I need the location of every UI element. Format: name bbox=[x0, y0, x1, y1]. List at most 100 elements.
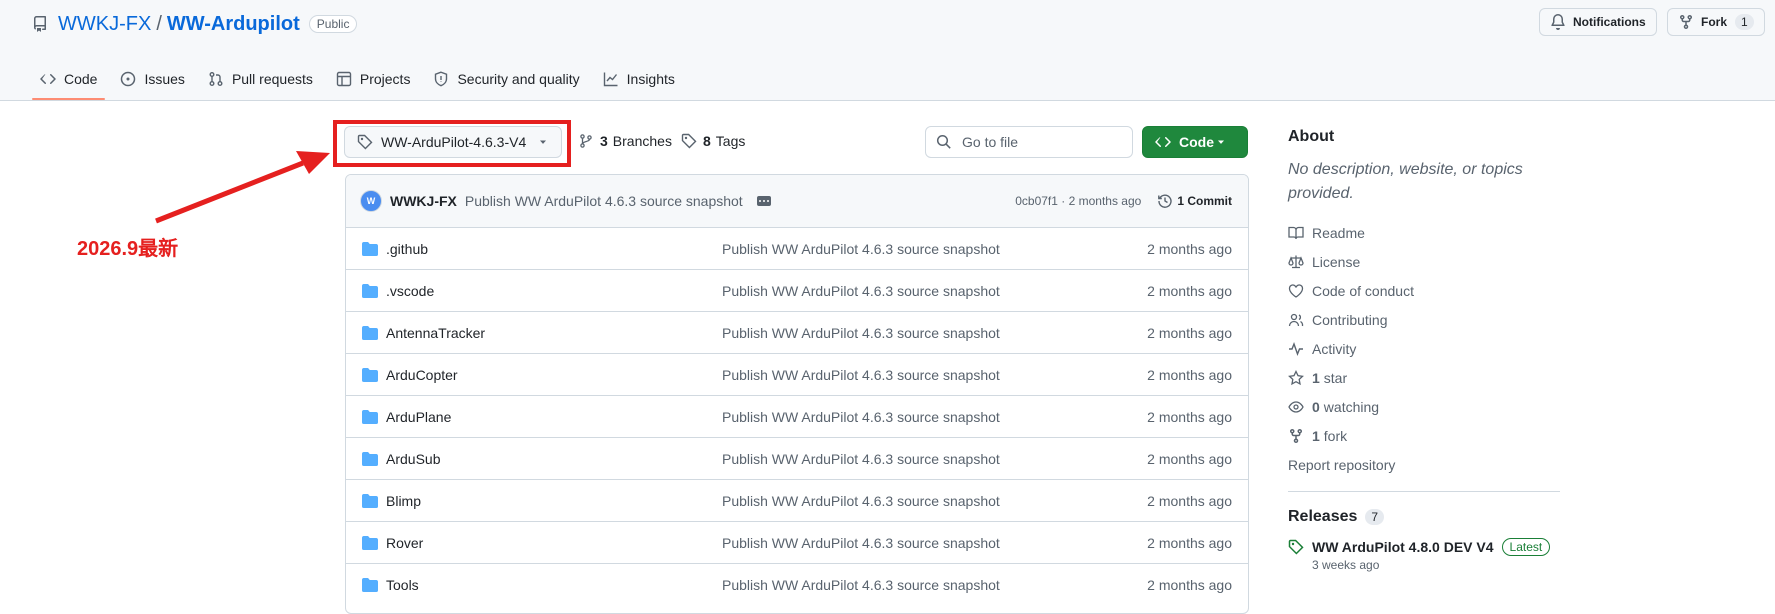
tab-issues[interactable]: Issues bbox=[112, 60, 192, 97]
watching-label: watching bbox=[1323, 398, 1380, 415]
commits-label: 1 Commit bbox=[1177, 194, 1232, 208]
table-row[interactable]: .vscode Publish WW ArduPilot 4.6.3 source… bbox=[346, 270, 1248, 312]
file-name[interactable]: Blimp bbox=[386, 493, 722, 509]
latest-badge: Latest bbox=[1501, 538, 1551, 556]
fork-button[interactable]: Fork 1 bbox=[1667, 8, 1765, 36]
pulse-icon bbox=[1289, 341, 1303, 356]
file-name[interactable]: ArduCopter bbox=[386, 367, 722, 383]
repo-icon bbox=[33, 16, 46, 32]
code-button[interactable]: Code bbox=[1142, 126, 1248, 158]
latest-release-link[interactable]: WW ArduPilot 4.8.0 DEV V4 Latest bbox=[1288, 538, 1560, 556]
file-commit-message[interactable]: Publish WW ArduPilot 4.6.3 source snapsh… bbox=[722, 409, 1000, 425]
table-row[interactable]: ArduCopter Publish WW ArduPilot 4.6.3 sou… bbox=[346, 354, 1248, 396]
tab-label: Projects bbox=[359, 70, 411, 87]
law-icon bbox=[1288, 255, 1304, 268]
file-commit-message[interactable]: Publish WW ArduPilot 4.6.3 source snapsh… bbox=[722, 535, 1000, 551]
about-description: No description, website, or topics provi… bbox=[1288, 161, 1523, 202]
commit-author[interactable]: WWKJ-FX bbox=[390, 193, 457, 209]
file-age: 2 months ago bbox=[1147, 492, 1232, 509]
table-row[interactable]: Blimp Publish WW ArduPilot 4.6.3 source s… bbox=[346, 480, 1248, 522]
commit-message[interactable]: Publish WW ArduPilot 4.6.3 source snapsh… bbox=[465, 193, 743, 209]
annotation-highlight-box bbox=[333, 120, 571, 167]
tab-insights[interactable]: Insights bbox=[595, 60, 683, 97]
owner-link[interactable]: WWKJ-FX bbox=[58, 13, 151, 36]
repo-name-link[interactable]: WW-Ardupilot bbox=[167, 13, 300, 36]
notifications-button[interactable]: Notifications bbox=[1539, 8, 1657, 36]
sidebar-divider bbox=[1288, 491, 1560, 492]
tag-icon bbox=[681, 133, 697, 149]
code-of-conduct-icon bbox=[1288, 283, 1304, 298]
contributing-link[interactable]: Contributing bbox=[1288, 305, 1560, 334]
readme-link[interactable]: Readme bbox=[1288, 218, 1560, 247]
tab-pull-requests[interactable]: Pull requests bbox=[200, 60, 321, 97]
file-age: 2 months ago bbox=[1147, 324, 1232, 341]
go-to-file-input[interactable]: Go to file bbox=[925, 126, 1133, 158]
table-row[interactable]: ArduPlane Publish WW ArduPilot 4.6.3 sour… bbox=[346, 396, 1248, 438]
file-name[interactable]: Tools bbox=[386, 577, 722, 593]
file-commit-message[interactable]: Publish WW ArduPilot 4.6.3 source snapsh… bbox=[722, 283, 1000, 299]
tab-label: Pull requests bbox=[231, 70, 313, 87]
people-icon bbox=[1288, 313, 1304, 326]
latest-release-date: 3 weeks ago bbox=[1312, 558, 1380, 572]
readme-label: Readme bbox=[1312, 224, 1365, 241]
repo-header: WWKJ-FX / WW-Ardupilot Public Notificati… bbox=[0, 0, 1775, 101]
repo-forked-icon bbox=[1680, 14, 1692, 30]
folder-icon bbox=[362, 451, 378, 466]
code-icon bbox=[40, 73, 56, 84]
file-age: 2 months ago bbox=[1147, 408, 1232, 425]
file-name[interactable]: Rover bbox=[386, 535, 722, 551]
tab-security[interactable]: Security and quality bbox=[425, 60, 587, 97]
file-name[interactable]: .vscode bbox=[386, 283, 722, 299]
issue-icon bbox=[121, 71, 136, 86]
report-repository-link[interactable]: Report repository bbox=[1288, 450, 1560, 479]
about-title: About bbox=[1288, 128, 1335, 145]
file-commit-message[interactable]: Publish WW ArduPilot 4.6.3 source snapsh… bbox=[722, 493, 1000, 509]
commit-sha-time[interactable]: 0cb07f1 · 2 months ago bbox=[1015, 194, 1141, 208]
file-name[interactable]: ArduPlane bbox=[386, 409, 722, 425]
file-name[interactable]: ArduSub bbox=[386, 451, 722, 467]
tags-link[interactable]: 8 Tags bbox=[681, 133, 745, 149]
branches-link[interactable]: 3 Branches bbox=[578, 133, 672, 149]
file-name[interactable]: AntennaTracker bbox=[386, 325, 722, 341]
activity-link[interactable]: Activity bbox=[1288, 334, 1560, 363]
tab-code[interactable]: Code bbox=[32, 60, 106, 100]
file-name[interactable]: .github bbox=[386, 241, 722, 257]
releases-heading[interactable]: Releases 7 bbox=[1288, 508, 1560, 526]
table-row[interactable]: ArduSub Publish WW ArduPilot 4.6.3 source… bbox=[346, 438, 1248, 480]
code-button-label: Code bbox=[1179, 134, 1214, 150]
forks-count: 1 bbox=[1312, 427, 1320, 444]
git-branch-icon bbox=[580, 134, 592, 148]
table-row[interactable]: Tools Publish WW ArduPilot 4.6.3 source s… bbox=[346, 564, 1248, 605]
file-age: 2 months ago bbox=[1147, 450, 1232, 467]
table-row[interactable]: Rover Publish WW ArduPilot 4.6.3 source s… bbox=[346, 522, 1248, 564]
watching-count: 0 bbox=[1312, 398, 1320, 415]
forks-link[interactable]: 1 fork bbox=[1288, 421, 1560, 450]
bell-icon bbox=[1551, 14, 1565, 30]
repo-title: WWKJ-FX / WW-Ardupilot Public bbox=[32, 11, 358, 37]
go-to-file-placeholder: Go to file bbox=[962, 134, 1019, 150]
avatar[interactable]: W bbox=[360, 190, 382, 212]
file-commit-message[interactable]: Publish WW ArduPilot 4.6.3 source snapsh… bbox=[722, 325, 1000, 341]
visibility-badge: Public bbox=[308, 15, 358, 33]
releases-count: 7 bbox=[1365, 509, 1385, 525]
code-of-conduct-link[interactable]: Code of conduct bbox=[1288, 276, 1560, 305]
ellipsis-icon[interactable] bbox=[756, 196, 771, 206]
commits-link[interactable]: 1 Commit bbox=[1157, 193, 1232, 209]
file-commit-message[interactable]: Publish WW ArduPilot 4.6.3 source snapsh… bbox=[722, 451, 1000, 467]
folder-icon bbox=[362, 367, 378, 382]
tab-projects[interactable]: Projects bbox=[328, 60, 419, 97]
graph-icon bbox=[603, 72, 618, 86]
file-commit-message[interactable]: Publish WW ArduPilot 4.6.3 source snapsh… bbox=[722, 367, 1000, 383]
watching-link[interactable]: 0 watching bbox=[1288, 392, 1560, 421]
search-icon bbox=[936, 134, 951, 149]
license-link[interactable]: License bbox=[1288, 247, 1560, 276]
tab-label: Insights bbox=[626, 70, 675, 87]
stars-link[interactable]: 1 star bbox=[1288, 363, 1560, 392]
file-commit-message[interactable]: Publish WW ArduPilot 4.6.3 source snapsh… bbox=[722, 577, 1000, 593]
file-commit-message[interactable]: Publish WW ArduPilot 4.6.3 source snapsh… bbox=[722, 241, 1000, 257]
table-row[interactable]: AntennaTracker Publish WW ArduPilot 4.6.3… bbox=[346, 312, 1248, 354]
path-separator: / bbox=[156, 12, 162, 35]
table-row[interactable]: .github Publish WW ArduPilot 4.6.3 source… bbox=[346, 228, 1248, 270]
table-icon bbox=[336, 71, 352, 86]
shield-icon bbox=[435, 70, 448, 86]
